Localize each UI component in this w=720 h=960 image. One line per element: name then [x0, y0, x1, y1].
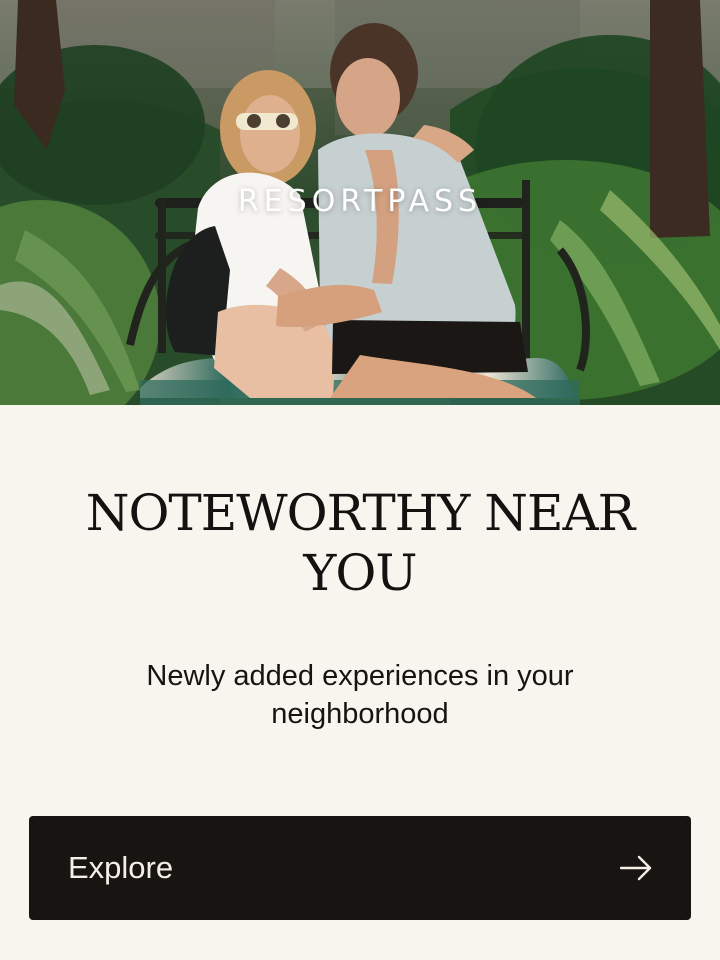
explore-button[interactable]: Explore: [29, 816, 691, 920]
arrow-right-icon: [620, 855, 652, 881]
page-title: NOTEWORTHY NEAR YOU: [85, 484, 636, 602]
explore-button-label: Explore: [68, 850, 174, 885]
page-subtitle: Newly added experiences in your neighbor…: [146, 660, 574, 730]
promo-screen: RESORTPASS NOTEWORTHY NEAR YOU Newly add…: [0, 0, 720, 960]
hero-image: RESORTPASS: [0, 0, 720, 405]
brand-logo: RESORTPASS: [237, 184, 483, 219]
promo-content: NOTEWORTHY NEAR YOU Newly added experien…: [0, 405, 720, 960]
